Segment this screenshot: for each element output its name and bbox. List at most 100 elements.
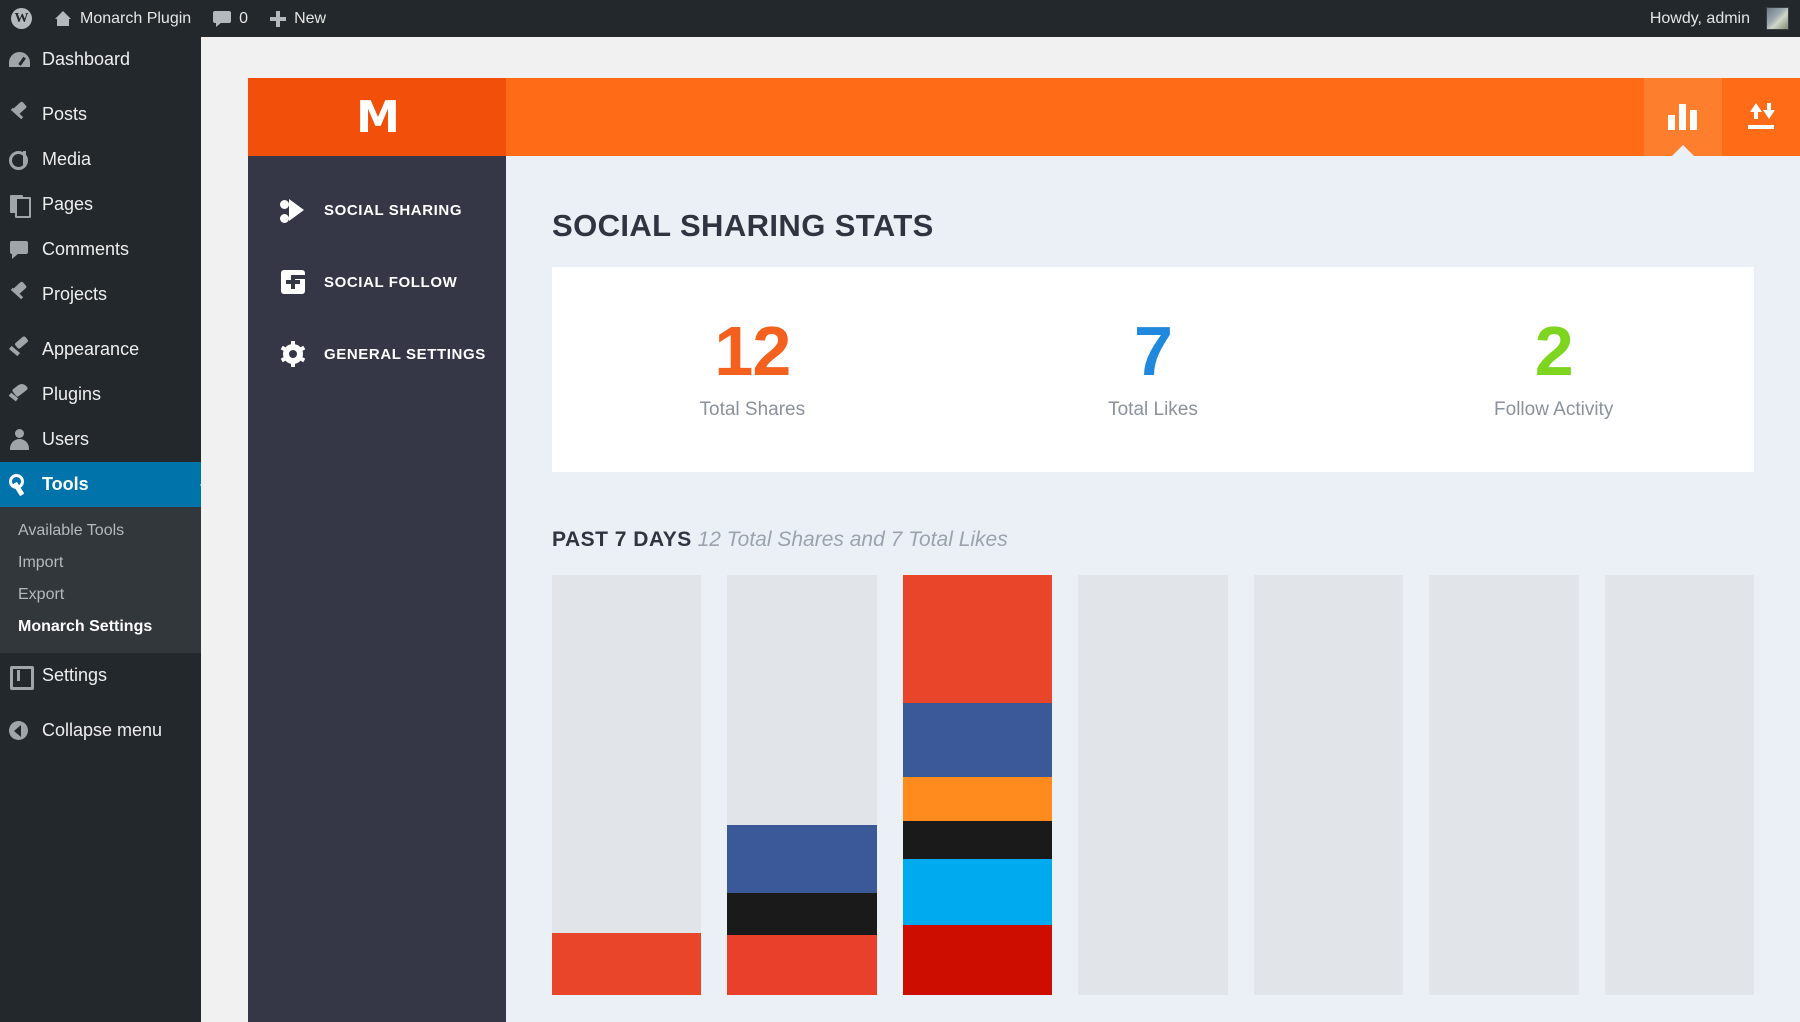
header-bar-fill <box>506 78 1644 156</box>
stat-label: Total Shares <box>552 399 953 421</box>
sidebar-item-appearance[interactable]: Appearance <box>0 327 201 372</box>
sidebar-item-label: Tools <box>42 474 89 495</box>
sidebar-item-media[interactable]: Media <box>0 137 201 182</box>
sidebar-item-projects[interactable]: Projects <box>0 272 201 317</box>
past-7-days-label: PAST 7 DAYS <box>552 528 692 551</box>
chart-bar-segment <box>727 935 876 995</box>
stats-tab[interactable] <box>1644 78 1722 156</box>
import-export-tab[interactable] <box>1722 78 1800 156</box>
sidebar-item-plugins[interactable]: Plugins <box>0 372 201 417</box>
submenu-item-available-tools[interactable]: Available Tools <box>0 515 201 547</box>
chart-bar[interactable] <box>1254 575 1403 995</box>
nav-item-social-sharing[interactable]: SOCIAL SHARING <box>248 174 506 246</box>
sidebar-item-label: Plugins <box>42 384 101 405</box>
collapse-menu-button[interactable]: Collapse menu <box>0 708 201 753</box>
gear-icon <box>280 341 306 367</box>
chart-bar-segment <box>727 825 876 893</box>
bar-chart-icon <box>1668 104 1698 130</box>
monarch-logo-glyph: M <box>356 92 398 143</box>
chart-bar-segment <box>903 777 1052 821</box>
page-title: SOCIAL SHARING STATS <box>552 208 1754 244</box>
nav-item-social-follow[interactable]: SOCIAL FOLLOW <box>248 246 506 318</box>
chart-bar-segment <box>552 933 701 995</box>
media-icon <box>8 148 31 171</box>
nav-item-general-settings[interactable]: GENERAL SETTINGS <box>248 318 506 390</box>
stats-summary-card: 12 Total Shares 7 Total Likes 2 Follow A… <box>552 267 1754 472</box>
comments-bubble-button[interactable]: 0 <box>202 0 259 37</box>
site-name-button[interactable]: Monarch Plugin <box>43 0 202 37</box>
site-title: Monarch Plugin <box>80 10 191 28</box>
sidebar-item-label: Settings <box>42 665 107 686</box>
submenu-item-import[interactable]: Import <box>0 547 201 579</box>
stat-value: 12 <box>552 318 953 385</box>
share-icon <box>280 197 306 223</box>
sidebar-item-pages[interactable]: Pages <box>0 182 201 227</box>
stat-label: Total Likes <box>953 399 1354 421</box>
dashboard-icon <box>8 48 31 71</box>
menu-separator <box>0 82 201 92</box>
wrench-icon <box>8 473 31 496</box>
plus-icon <box>270 11 286 27</box>
stat-value: 7 <box>953 318 1354 385</box>
menu-separator <box>0 317 201 327</box>
brush-icon <box>8 338 31 361</box>
new-label: New <box>294 10 326 28</box>
new-content-button[interactable]: New <box>259 0 337 37</box>
chart-bar[interactable] <box>1605 575 1754 995</box>
settings-icon <box>8 664 31 687</box>
stat-total-likes: 7 Total Likes <box>953 318 1354 421</box>
sidebar-item-users[interactable]: Users <box>0 417 201 462</box>
nav-item-label: SOCIAL SHARING <box>324 202 462 219</box>
howdy-label: Howdy, admin <box>1650 10 1750 28</box>
sidebar-item-comments[interactable]: Comments <box>0 227 201 272</box>
sidebar-item-label: Pages <box>42 194 93 215</box>
sidebar-item-label: Appearance <box>42 339 139 360</box>
past-7-days-heading: PAST 7 DAYS 12 Total Shares and 7 Total … <box>552 528 1754 552</box>
sidebar-item-settings[interactable]: Settings <box>0 653 201 698</box>
sidebar-item-posts[interactable]: Posts <box>0 92 201 137</box>
stat-total-shares: 12 Total Shares <box>552 318 953 421</box>
chart-bar[interactable] <box>727 575 876 995</box>
past-7-days-summary: 12 Total Shares and 7 Total Likes <box>698 528 1008 551</box>
monarch-header-bar: M <box>248 78 1800 156</box>
stat-value: 2 <box>1353 318 1754 385</box>
nav-item-label: SOCIAL FOLLOW <box>324 274 457 291</box>
comment-count: 0 <box>239 10 248 28</box>
pin-icon <box>8 103 31 126</box>
monarch-plugin-panel: M SOCIAL SHARING <box>248 78 1800 1022</box>
chart-bar[interactable] <box>903 575 1052 995</box>
sidebar-item-dashboard[interactable]: Dashboard <box>0 37 201 82</box>
pin-icon <box>8 283 31 306</box>
sidebar-item-tools[interactable]: Tools <box>0 462 201 507</box>
submenu-item-monarch-settings[interactable]: Monarch Settings <box>0 611 201 643</box>
plug-icon <box>8 383 31 406</box>
my-account-button[interactable]: Howdy, admin <box>1639 0 1800 37</box>
sidebar-item-label: Collapse menu <box>42 720 162 741</box>
chart-bar[interactable] <box>1429 575 1578 995</box>
chart-bar-segment <box>903 703 1052 777</box>
monarch-body: SOCIAL SHARING SOCIAL FOLLOW GENERAL SET… <box>248 156 1800 1022</box>
chart-bar-segment <box>903 575 1052 703</box>
sidebar-item-label: Users <box>42 429 89 450</box>
user-icon <box>8 428 31 451</box>
collapse-icon <box>8 719 31 742</box>
import-export-icon <box>1746 103 1776 131</box>
sidebar-item-label: Projects <box>42 284 107 305</box>
avatar <box>1766 7 1789 30</box>
submenu-item-export[interactable]: Export <box>0 579 201 611</box>
stat-label: Follow Activity <box>1353 399 1754 421</box>
wp-admin-sidebar: Dashboard Posts Media Pages Comments Pro… <box>0 37 201 1022</box>
past-7-days-chart <box>552 575 1754 995</box>
wp-logo-button[interactable] <box>0 0 43 37</box>
wordpress-logo-icon <box>11 8 32 29</box>
sidebar-item-label: Comments <box>42 239 129 260</box>
chart-bar-segment <box>903 821 1052 859</box>
chart-bar-segment <box>903 925 1052 995</box>
chart-bar[interactable] <box>552 575 701 995</box>
comment-icon <box>8 238 31 261</box>
menu-separator <box>0 698 201 708</box>
nav-item-label: GENERAL SETTINGS <box>324 346 486 363</box>
chart-bar[interactable] <box>1078 575 1227 995</box>
chart-bar-segment <box>727 893 876 935</box>
sidebar-item-label: Posts <box>42 104 87 125</box>
